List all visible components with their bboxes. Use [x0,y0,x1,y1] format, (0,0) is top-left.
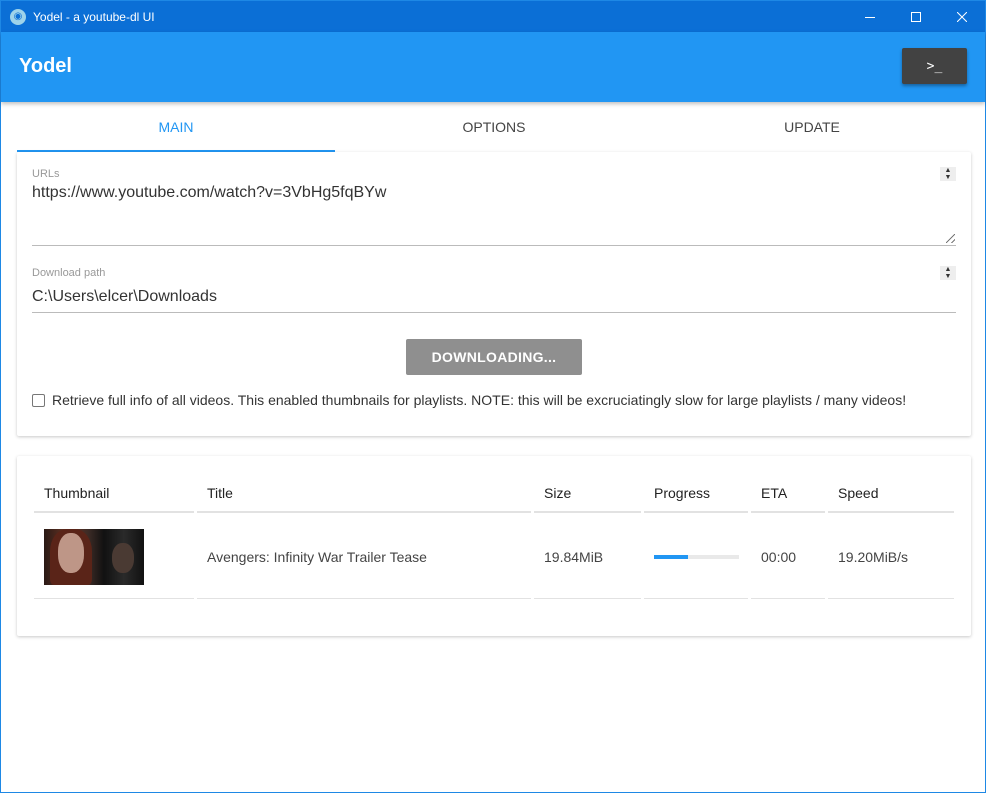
download-progress-fill [654,554,688,559]
full-info-option[interactable]: Retrieve full info of all videos. This e… [32,392,906,408]
tab-main[interactable]: MAIN [17,102,335,152]
close-icon[interactable] [939,1,985,32]
path-underline [32,312,956,313]
minimize-icon[interactable] [847,1,893,32]
maximize-icon[interactable] [893,1,939,32]
column-header-size: Size [534,475,641,513]
urls-label: URLs [32,168,60,180]
column-header-speed: Speed [828,475,954,513]
column-header-title: Title [197,475,531,513]
table-row-thumbnail-cell [34,515,194,599]
tab-options[interactable]: OPTIONS [335,102,653,152]
title-bar[interactable]: ◉ Yodel - a youtube-dl UI [1,1,985,32]
table-row-title: Avengers: Infinity War Trailer Tease [197,515,531,599]
column-header-eta: ETA [751,475,825,513]
urls-underline [32,245,956,246]
path-spinner-icon[interactable]: ▲ ▼ [940,266,956,280]
window-controls [847,1,985,32]
download-path-input[interactable]: C:\Users\elcer\Downloads [32,288,217,306]
tab-update[interactable]: UPDATE [653,102,971,152]
download-path-label: Download path [32,267,106,279]
app-logo-icon: ◉ [10,8,26,25]
downloads-card: Thumbnail Title Size Progress ETA Speed … [17,456,971,636]
app-window: ◉ Yodel - a youtube-dl UI Yodel >_ MAIN … [0,0,986,793]
tab-bar: MAIN OPTIONS UPDATE [17,102,971,152]
table-row-eta: 00:00 [751,515,825,599]
full-info-label: Retrieve full info of all videos. This e… [52,392,907,408]
console-button[interactable]: >_ [902,48,967,84]
download-button[interactable]: DOWNLOADING... [406,339,582,375]
video-thumbnail [44,528,144,585]
table-row-progress-cell [644,515,748,599]
urls-input[interactable]: https://www.youtube.com/watch?v=3VbHg5fq… [32,184,386,202]
table-row-speed: 19.20MiB/s [828,515,954,599]
column-header-thumbnail: Thumbnail [34,475,194,513]
main-form-card: URLs ▲ ▼ https://www.youtube.com/watch?v=… [17,152,971,436]
app-title: Yodel [19,55,72,77]
resize-grip-icon[interactable] [946,234,955,243]
app-bar: Yodel >_ [1,32,985,102]
urls-spinner-icon[interactable]: ▲ ▼ [940,167,956,181]
window-title: Yodel - a youtube-dl UI [33,9,155,24]
download-progress-bar [654,554,739,559]
full-info-checkbox[interactable] [32,393,45,407]
column-header-progress: Progress [644,475,748,513]
table-row-size: 19.84MiB [534,515,641,599]
